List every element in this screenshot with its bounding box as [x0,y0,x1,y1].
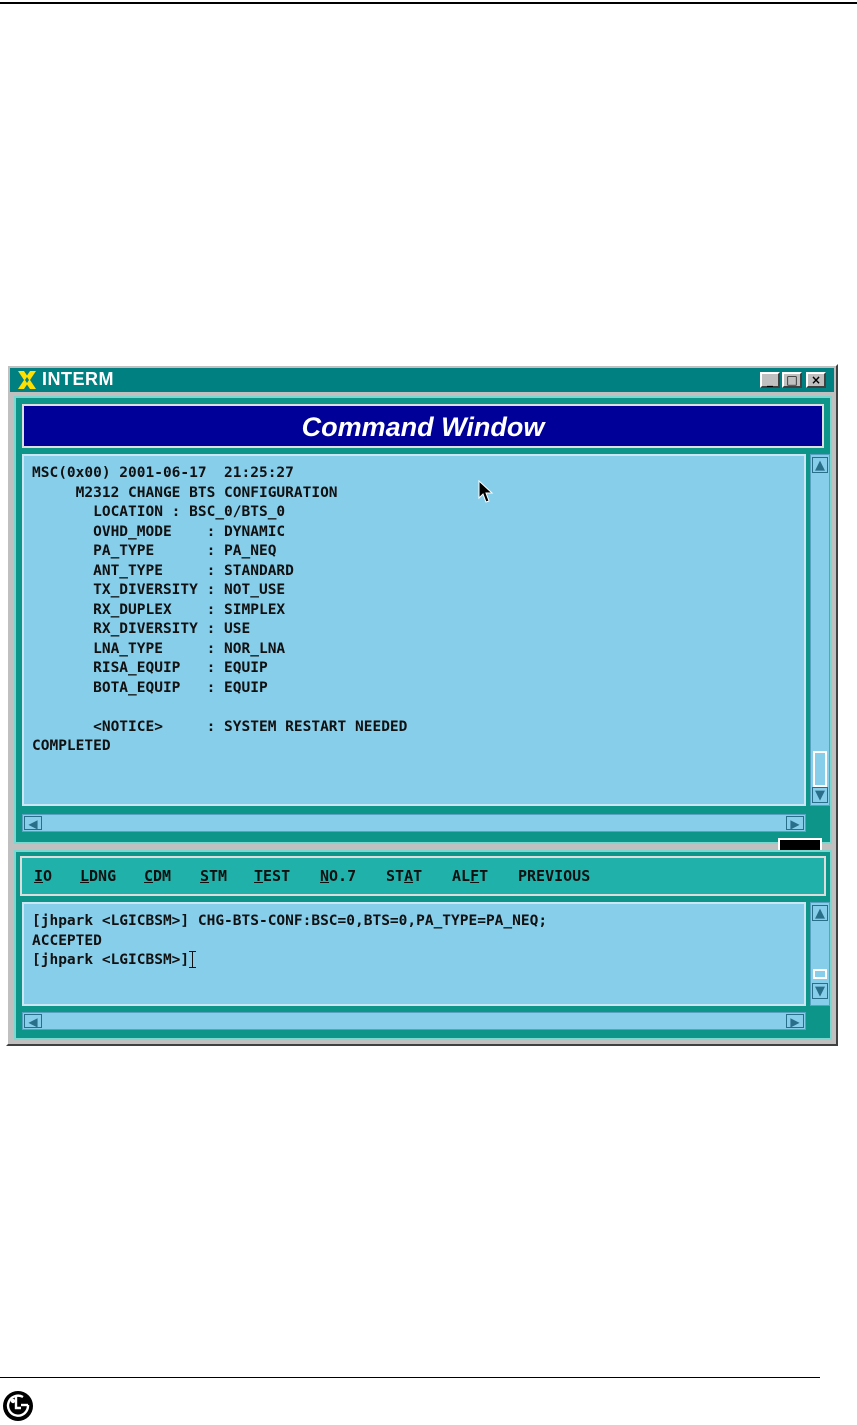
menu-item-alft[interactable]: ALFT [452,867,488,885]
command-window-title: Command Window [301,412,545,442]
scroll-left-arrow-icon[interactable]: ◀ [24,816,42,831]
output-line: ANT_TYPE : STANDARD [32,562,294,579]
menu-item-ldng[interactable]: LDNG [80,867,116,885]
output-line: PA_TYPE : PA_NEQ [32,543,277,559]
output-line: TX_DIVERSITY : NOT_USE [32,582,286,598]
text-cursor-icon [189,951,197,968]
scroll-down-arrow-icon[interactable]: ▼ [812,983,828,999]
output-line: M2312 CHANGE BTS CONFIGURATION [32,484,338,501]
output-line: RX_DUPLEX : SIMPLEX [32,601,286,618]
output-text: MSC(0x00) 2001-06-17 21:25:27 M2312 CHAN… [32,464,407,757]
maximize-button[interactable]: □ [782,372,802,388]
page-top-rule [0,2,857,4]
page-bottom-rule [0,1377,820,1378]
output-horizontal-scrollbar[interactable]: ◀ ▶ [22,814,806,832]
menu-item-test[interactable]: TEST [254,867,290,885]
input-text: [jhpark <LGICBSM>] CHG-BTS-CONF:BSC=0,BT… [32,912,547,971]
scroll-down-arrow-icon[interactable]: ▼ [812,787,828,803]
scroll-up-arrow-icon[interactable]: ▲ [812,905,828,921]
window-title: INTERM [42,369,114,389]
lg-logo-icon [3,1391,33,1421]
input-vertical-scrollbar[interactable]: ▲ ▼ [810,902,830,1006]
scroll-up-arrow-icon[interactable]: ▲ [812,457,828,473]
scroll-left-arrow-icon[interactable]: ◀ [24,1014,42,1029]
input-line-command: [jhpark <LGICBSM>] CHG-BTS-CONF:BSC=0,BT… [32,913,548,929]
scroll-thumb[interactable] [813,969,827,979]
mouse-pointer-icon [478,480,494,503]
command-input-area[interactable]: [jhpark <LGICBSM>] CHG-BTS-CONF:BSC=0,BT… [22,902,806,1006]
output-line: RISA_EQUIP : EQUIP [32,660,268,676]
output-line: LOCATION : BSC_0/BTS_0 [32,504,286,520]
input-prompt-line[interactable]: [jhpark <LGICBSM>] [32,951,547,971]
output-line: BOTA_EQUIP : EQUIP [32,679,268,696]
output-area[interactable]: MSC(0x00) 2001-06-17 21:25:27 M2312 CHAN… [22,454,806,806]
input-panel: IO LDNG CDM STM TEST NO.7 STAT ALFT PREVIOUS [jh… [14,850,832,1040]
output-line: <NOTICE> : SYSTEM RESTART NEEDED [32,718,408,735]
menu-item-stm[interactable]: STM [200,867,227,885]
output-line: RX_DIVERSITY : USE [32,621,251,637]
menu-item-no-7[interactable]: NO.7 [320,867,356,885]
input-horizontal-scrollbar[interactable]: ◀ ▶ [22,1012,806,1030]
menu-item-io[interactable]: IO [34,867,52,885]
scroll-right-arrow-icon[interactable]: ▶ [786,1014,804,1029]
menu-item-stat[interactable]: STAT [386,867,422,885]
title-bar[interactable]: INTERM _ □ × [10,368,834,392]
input-line-status: ACCEPTED [32,932,102,949]
command-window-header: Command Window [22,404,824,448]
output-line: MSC(0x00) 2001-06-17 21:25:27 [32,465,294,481]
input-prompt: [jhpark <LGICBSM>] [32,952,190,968]
output-line: COMPLETED [32,738,111,754]
scroll-thumb[interactable] [813,751,827,787]
menu-item-previous[interactable]: PREVIOUS [518,867,590,885]
command-panel: Command Window MSC(0x00) 2001-06-17 21:2… [14,396,832,844]
x-logo-icon [18,371,36,389]
menu-item-cdm[interactable]: CDM [144,867,171,885]
output-vertical-scrollbar[interactable]: ▲ ▼ [810,454,830,806]
close-button[interactable]: × [806,372,826,388]
interm-window: INTERM _ □ × Command Window MSC(0x00) 20… [6,364,838,1046]
minimize-button[interactable]: _ [760,372,780,388]
command-menu-bar: IO LDNG CDM STM TEST NO.7 STAT ALFT PREVIOUS [20,856,826,896]
output-line: OVHD_MODE : DYNAMIC [32,523,286,540]
output-line: LNA_TYPE : NOR_LNA [32,640,286,657]
scroll-right-arrow-icon[interactable]: ▶ [786,816,804,831]
